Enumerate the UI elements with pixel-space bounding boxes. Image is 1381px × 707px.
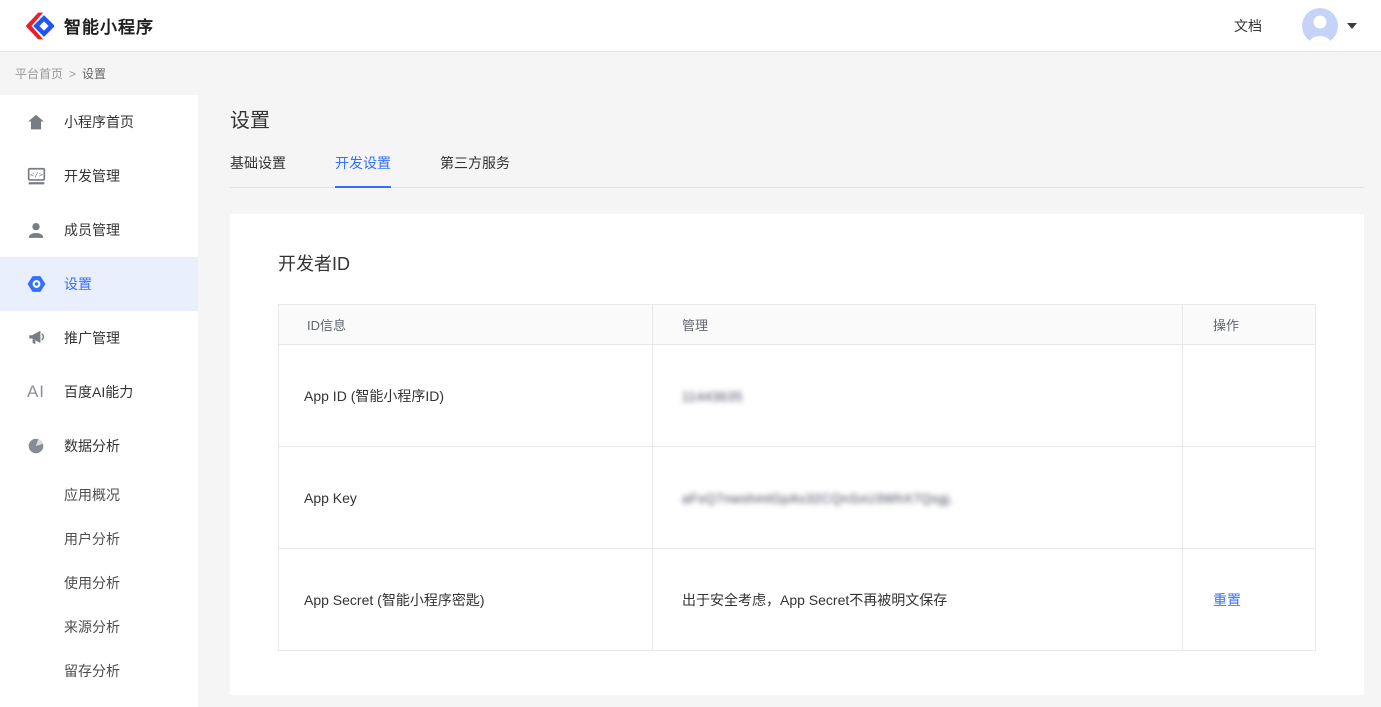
row-label: App Key [279,447,653,549]
table-row-app-secret: App Secret (智能小程序密匙) 出于安全考虑，App Secret不再… [279,549,1316,651]
brand[interactable]: 智能小程序 [24,11,154,41]
sidebar-item-miniprogram-home[interactable]: 小程序首页 [0,95,198,149]
row-action-empty [1183,345,1316,447]
breadcrumb-platform-home[interactable]: 平台首页 [15,65,63,82]
page-body: 小程序首页 </> 开发管理 [0,95,1381,707]
sidebar-item-data-analysis[interactable]: 数据分析 [0,419,198,473]
top-header: 智能小程序 文档 [0,0,1381,52]
breadcrumb-separator: > [69,67,76,81]
ai-letters-icon: AI [25,382,47,402]
gear-icon [25,275,47,293]
sidebar-item-dev-management[interactable]: </> 开发管理 [0,149,198,203]
developer-id-card: 开发者ID ID信息 管理 操作 App ID (智能小程序ID) 114 [230,214,1364,695]
sidebar-subitem-source-analysis[interactable]: 来源分析 [0,605,198,649]
column-header-actions: 操作 [1183,305,1316,345]
breadcrumb: 平台首页 > 设置 [0,52,1381,95]
sidebar-subitem-retention-analysis[interactable]: 留存分析 [0,649,198,693]
sidebar-item-label: 小程序首页 [64,112,134,132]
pie-chart-icon [25,437,47,455]
tab-dev-settings[interactable]: 开发设置 [335,153,391,188]
chevron-down-icon[interactable] [1347,23,1357,29]
settings-tabs: 基础设置 开发设置 第三方服务 [230,153,1364,188]
developer-id-table: ID信息 管理 操作 App ID (智能小程序ID) 11443635 App [278,304,1316,651]
page: 智能小程序 文档 平台首页 > 设置 小程序首页 [0,0,1381,707]
logo-text: 智能小程序 [64,13,154,38]
main-content: 设置 基础设置 开发设置 第三方服务 开发者ID ID信息 管理 操作 [198,95,1381,707]
sidebar-item-settings[interactable]: 设置 [0,257,198,311]
sidebar-subitem-app-overview[interactable]: 应用概况 [0,473,198,517]
sidebar-item-label: 推广管理 [64,328,120,348]
table-row-app-id: App ID (智能小程序ID) 11443635 [279,345,1316,447]
sidebar: 小程序首页 </> 开发管理 [0,95,198,707]
sidebar-item-label: 成员管理 [64,220,120,240]
user-icon [25,221,47,239]
card-heading: 开发者ID [278,252,1316,277]
sidebar-item-baidu-ai[interactable]: AI 百度AI能力 [0,365,198,419]
tab-third-party-services[interactable]: 第三方服务 [440,153,510,187]
app-id-value-blurred: 11443635 [682,389,743,404]
sidebar-item-promotion-management[interactable]: 推广管理 [0,311,198,365]
app-key-value-blurred: aFsQ7nwshmtGpAs32CQnSxU3WhX7Qsgj. [682,491,954,506]
sidebar-subitem-usage-analysis[interactable]: 使用分析 [0,561,198,605]
header-right: 文档 [1234,8,1357,44]
sidebar-item-label: 设置 [64,274,92,294]
reset-link[interactable]: 重置 [1213,592,1241,608]
sidebar-item-member-management[interactable]: 成员管理 [0,203,198,257]
sidebar-item-label: 开发管理 [64,166,120,186]
row-label: App ID (智能小程序ID) [279,345,653,447]
user-silhouette-icon [1302,8,1338,44]
home-icon [25,113,47,131]
app-secret-note: 出于安全考虑，App Secret不再被明文保存 [653,549,1183,651]
row-action-empty [1183,447,1316,549]
logo-icon [24,11,54,41]
sidebar-subitem-user-analysis[interactable]: 用户分析 [0,517,198,561]
breadcrumb-current: 设置 [82,65,106,82]
sidebar-item-label: 数据分析 [64,436,120,456]
table-row-app-key: App Key aFsQ7nwshmtGpAs32CQnSxU3WhX7Qsgj… [279,447,1316,549]
sidebar-item-label: 百度AI能力 [64,382,133,402]
column-header-id-info: ID信息 [279,305,653,345]
table-header-row: ID信息 管理 操作 [279,305,1316,345]
tab-basic-settings[interactable]: 基础设置 [230,153,286,187]
code-window-icon: </> [25,167,47,185]
page-title: 设置 [230,107,1364,135]
row-label: App Secret (智能小程序密匙) [279,549,653,651]
svg-text:</>: </> [29,170,43,179]
column-header-management: 管理 [653,305,1183,345]
avatar[interactable] [1302,8,1338,44]
megaphone-icon [25,329,47,347]
docs-link[interactable]: 文档 [1234,16,1262,36]
